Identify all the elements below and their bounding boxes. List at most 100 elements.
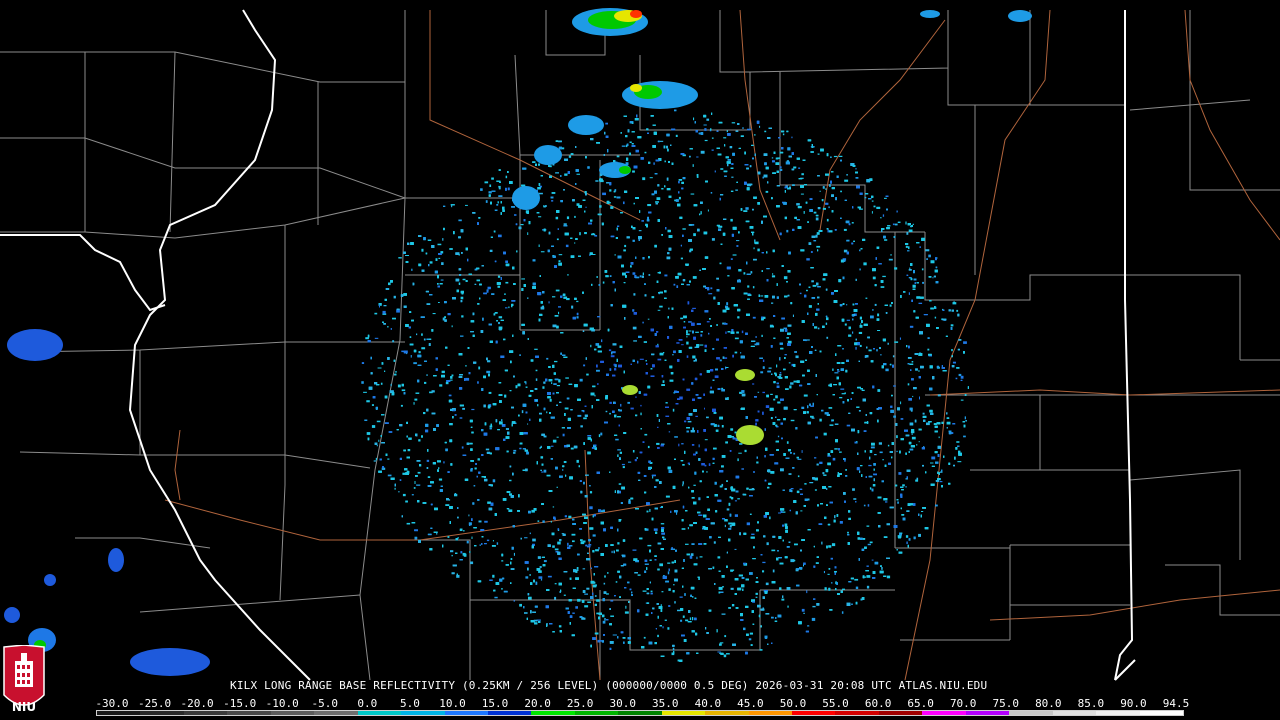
echo-pixel bbox=[899, 337, 901, 340]
echo-pixel bbox=[647, 318, 650, 320]
echo-pixel bbox=[877, 313, 880, 317]
echo-pixel bbox=[451, 374, 454, 377]
echo-pixel bbox=[713, 541, 716, 544]
echo-pixel bbox=[672, 647, 675, 651]
echo-pixel bbox=[667, 571, 670, 575]
echo-pixel bbox=[865, 297, 868, 299]
echo-pixel bbox=[816, 232, 820, 235]
echo-pixel bbox=[375, 457, 377, 461]
echo-pixel bbox=[810, 151, 814, 153]
echo-pixel bbox=[922, 464, 924, 467]
echo-pixel bbox=[442, 238, 444, 241]
echo-pixel bbox=[682, 484, 684, 487]
echo-pixel bbox=[734, 337, 739, 340]
echo-pixel bbox=[657, 634, 659, 638]
echo-pixel bbox=[632, 450, 635, 453]
echo-pixel bbox=[746, 522, 750, 526]
echo-pixel bbox=[657, 343, 659, 346]
echo-pixel bbox=[458, 219, 462, 222]
echo-pixel bbox=[908, 269, 912, 271]
echo-pixel bbox=[639, 358, 644, 360]
echo-pixel bbox=[598, 547, 600, 550]
echo-pixel bbox=[837, 370, 840, 372]
echo-pixel bbox=[871, 559, 874, 561]
echo-pixel bbox=[598, 284, 601, 286]
echo-pixel bbox=[791, 136, 793, 139]
echo-pixel bbox=[826, 487, 828, 490]
echo-pixel bbox=[602, 620, 606, 624]
echo-pixel bbox=[672, 408, 675, 412]
echo-pixel bbox=[469, 551, 471, 553]
echo-pixel bbox=[877, 330, 881, 331]
echo-pixel bbox=[734, 548, 737, 550]
echo-pixel bbox=[788, 362, 791, 364]
echo-pixel bbox=[781, 598, 785, 601]
echo-pixel bbox=[471, 408, 475, 411]
echo-pixel bbox=[870, 315, 874, 319]
echo-pixel bbox=[633, 340, 637, 342]
echo-pixel bbox=[828, 545, 832, 548]
echo-pixel bbox=[884, 197, 887, 199]
echo-pixel bbox=[489, 184, 492, 187]
echo-pixel bbox=[689, 617, 692, 621]
echo-pixel bbox=[757, 391, 760, 393]
echo-pixel bbox=[855, 586, 859, 589]
echo-pixel bbox=[848, 334, 852, 337]
echo-pixel bbox=[963, 341, 967, 344]
echo-pixel bbox=[691, 444, 695, 446]
echo-pixel bbox=[776, 185, 780, 187]
echo-pixel bbox=[556, 486, 558, 488]
echo-pixel bbox=[584, 495, 588, 498]
echo-pixel bbox=[618, 483, 622, 485]
echo-pixel bbox=[590, 344, 592, 348]
echo-pixel bbox=[510, 568, 515, 570]
echo-pixel bbox=[665, 415, 670, 417]
echo-pixel bbox=[675, 134, 678, 137]
echo-pixel bbox=[784, 216, 787, 220]
echo-pixel bbox=[782, 133, 785, 136]
echo-pixel bbox=[868, 349, 872, 352]
echo-pixel bbox=[498, 322, 500, 325]
echo-pixel bbox=[443, 461, 445, 464]
echo-pixel bbox=[842, 276, 845, 280]
echo-pixel bbox=[609, 412, 611, 415]
echo-pixel bbox=[729, 146, 733, 149]
echo-pixel bbox=[686, 333, 690, 336]
echo-pixel bbox=[454, 493, 457, 496]
echo-pixel bbox=[527, 232, 529, 235]
echo-pixel bbox=[673, 350, 676, 354]
echo-pixel bbox=[438, 257, 441, 259]
echo-pixel bbox=[556, 385, 560, 387]
echo-pixel bbox=[635, 396, 637, 398]
echo-pixel bbox=[400, 404, 403, 407]
echo-pixel bbox=[441, 262, 444, 265]
echo-pixel bbox=[678, 443, 680, 447]
echo-pixel bbox=[513, 600, 515, 602]
echo-pixel bbox=[591, 283, 593, 286]
echo-pixel bbox=[801, 173, 804, 176]
echo-pixel bbox=[589, 485, 591, 487]
echo-pixel bbox=[513, 552, 515, 556]
echo-pixel bbox=[592, 534, 596, 537]
echo-pixel bbox=[871, 211, 873, 214]
echo-pixel bbox=[908, 398, 912, 401]
echo-pixel bbox=[438, 467, 440, 469]
echo-pixel bbox=[866, 585, 870, 589]
echo-pixel bbox=[813, 211, 817, 214]
echo-pixel bbox=[641, 220, 644, 222]
echo-pixel bbox=[812, 605, 816, 608]
echo-pixel bbox=[687, 420, 692, 423]
echo-pixel bbox=[532, 538, 536, 542]
echo-pixel bbox=[456, 574, 460, 578]
echo-pixel bbox=[667, 627, 670, 630]
echo-pixel bbox=[688, 321, 692, 323]
echo-pixel bbox=[909, 325, 914, 328]
echo-pixel bbox=[872, 276, 876, 280]
echo-pixel bbox=[854, 578, 859, 581]
echo-pixel bbox=[374, 312, 378, 315]
echo-pixel bbox=[737, 458, 739, 462]
echo-pixel bbox=[845, 475, 848, 477]
echo-pixel bbox=[693, 484, 696, 486]
echo-pixel bbox=[680, 619, 683, 622]
echo-pixel bbox=[912, 223, 914, 225]
